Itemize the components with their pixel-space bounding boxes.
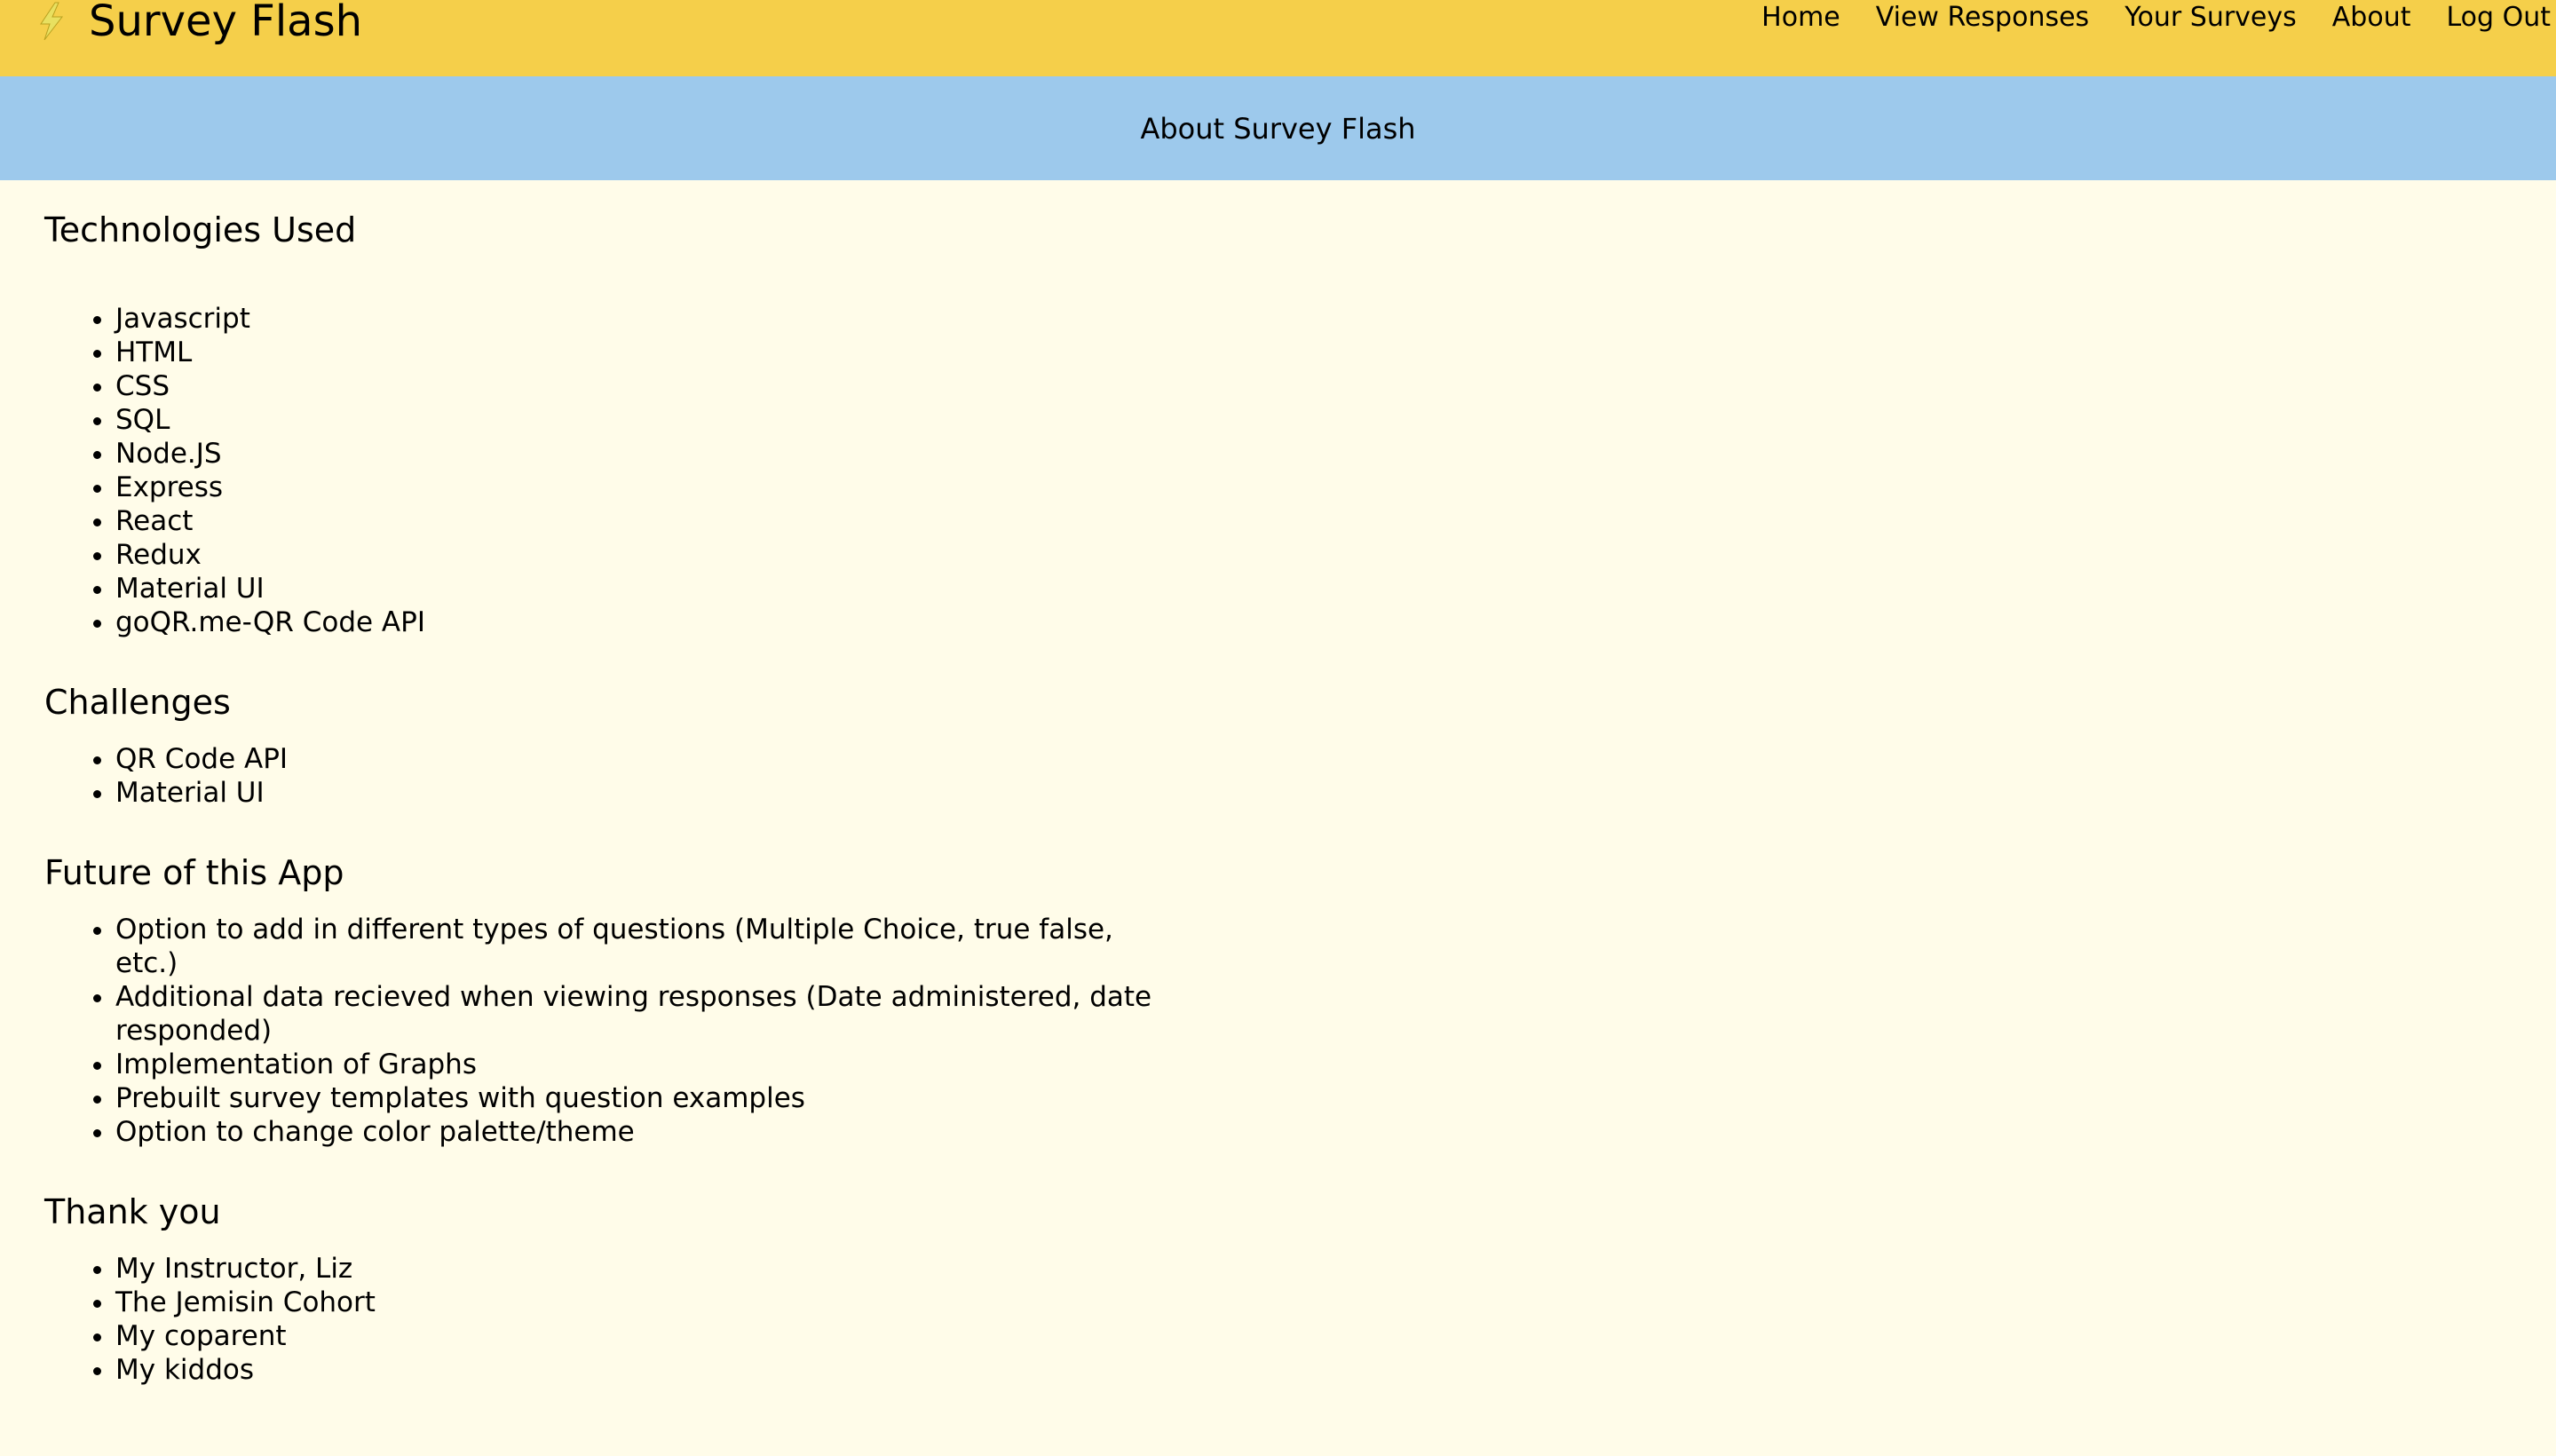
section-heading: Future of this App: [44, 853, 344, 892]
brand[interactable]: Survey Flash: [36, 0, 362, 48]
technologies-section: Technologies Used Javascript HTML CSS SQ…: [44, 208, 1287, 639]
nav-view-responses[interactable]: View Responses: [1876, 0, 2089, 36]
list-item: HTML: [115, 336, 1287, 369]
future-section: Future of this App Option to add in diff…: [44, 851, 1287, 1149]
list-item: Javascript: [115, 302, 1287, 336]
main-content: Technologies Used Javascript HTML CSS SQ…: [44, 208, 1287, 1387]
thanks-list: My Instructor, Liz The Jemisin Cohort My…: [44, 1252, 1287, 1387]
section-heading: Thank you: [44, 1192, 221, 1231]
nav-log-out[interactable]: Log Out: [2446, 0, 2551, 36]
list-item: React: [115, 504, 1287, 538]
section-heading: Technologies Used: [44, 210, 357, 249]
lightning-bolt-icon: [40, 2, 64, 41]
nav-your-surveys[interactable]: Your Surveys: [2125, 0, 2297, 36]
future-list: Option to add in different types of ques…: [44, 913, 1181, 1149]
page-title: About Survey Flash: [1140, 111, 1416, 146]
list-item: CSS: [115, 369, 1287, 403]
challenges-list: QR Code API Material UI: [44, 742, 1287, 810]
list-item: Additional data recieved when viewing re…: [115, 980, 1181, 1048]
nav-about[interactable]: About: [2332, 0, 2411, 36]
challenges-section: Challenges QR Code API Material UI: [44, 680, 1287, 810]
list-item: Express: [115, 471, 1287, 504]
list-item: My coparent: [115, 1319, 1287, 1353]
list-item: Option to add in different types of ques…: [115, 913, 1181, 980]
list-item: Prebuilt survey templates with question …: [115, 1081, 1181, 1115]
app-title: Survey Flash: [89, 0, 363, 46]
nav-bar: Home View Responses Your Surveys About L…: [1726, 0, 2551, 36]
list-item: Material UI: [115, 776, 1287, 810]
list-item: My kiddos: [115, 1353, 1287, 1387]
nav-home[interactable]: Home: [1761, 0, 1840, 36]
list-item: Material UI: [115, 572, 1287, 605]
thanks-section: Thank you My Instructor, Liz The Jemisin…: [44, 1190, 1287, 1387]
top-app-bar: Survey Flash Home View Responses Your Su…: [0, 0, 2556, 76]
list-item: The Jemisin Cohort: [115, 1286, 1287, 1319]
list-item: Implementation of Graphs: [115, 1048, 1181, 1081]
section-heading: Challenges: [44, 683, 231, 722]
list-item: My Instructor, Liz: [115, 1252, 1287, 1286]
list-item: Redux: [115, 538, 1287, 572]
page-header: About Survey Flash: [0, 76, 2556, 180]
list-item: Node.JS: [115, 437, 1287, 471]
list-item: goQR.me-QR Code API: [115, 605, 1287, 639]
list-item: Option to change color palette/theme: [115, 1115, 1181, 1149]
list-item: QR Code API: [115, 742, 1287, 776]
technologies-list: Javascript HTML CSS SQL Node.JS Express …: [44, 302, 1287, 639]
list-item: SQL: [115, 403, 1287, 437]
